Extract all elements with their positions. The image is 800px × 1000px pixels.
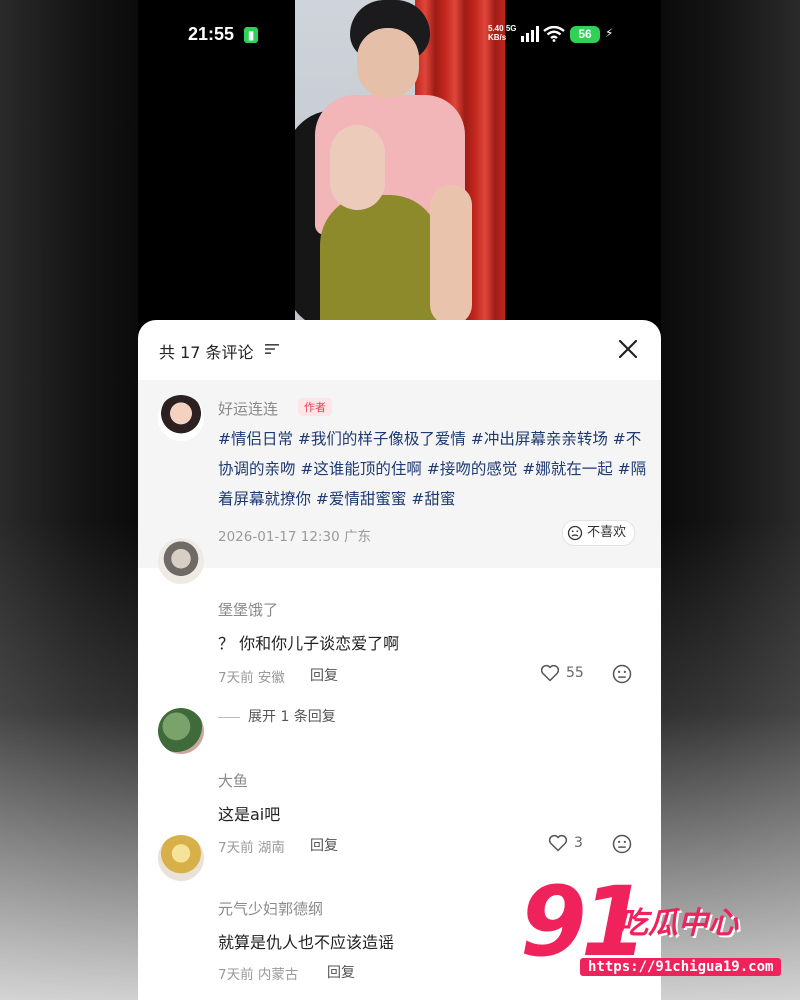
dislike-emoji-icon[interactable] xyxy=(612,834,632,854)
video-girl-face xyxy=(330,125,385,210)
reply-button[interactable]: 回复 xyxy=(310,665,338,685)
network-speed: 5.40 5G KB/s xyxy=(488,24,516,42)
comment-count-title: 共 17 条评论 xyxy=(159,343,254,362)
bolt-icon: ⚡ xyxy=(605,26,614,40)
avatar[interactable] xyxy=(158,538,204,584)
avatar[interactable] xyxy=(158,835,204,881)
watermark-text: 吃瓜中心 xyxy=(618,906,738,941)
dislike-label: 不喜欢 xyxy=(587,525,627,540)
battery-level: 56 xyxy=(570,26,600,43)
like-button[interactable]: 55 xyxy=(540,664,584,682)
wifi-icon xyxy=(543,26,565,42)
phone-screen: 21:55 ▮ 5.40 5G KB/s 56 ⚡ 共 17 条评论 好运连连 … xyxy=(138,0,661,1000)
watermark-url: https://91chigua19.com xyxy=(580,958,782,976)
avatar[interactable] xyxy=(158,708,204,754)
post-meta: 2026-01-17 12:30 广东 xyxy=(218,529,371,545)
author-badge: 作者 xyxy=(298,398,332,416)
expand-replies-label: 展开 1 条回复 xyxy=(248,709,336,725)
net-speed-unit: KB/s xyxy=(488,33,507,42)
comment-username[interactable]: 元气少妇郭德纲 xyxy=(218,898,323,919)
dislike-emoji-icon[interactable] xyxy=(612,664,632,684)
like-button[interactable]: 3 xyxy=(548,834,583,852)
heart-icon xyxy=(540,664,560,682)
avatar[interactable] xyxy=(158,395,204,441)
reply-button[interactable]: 回复 xyxy=(310,835,338,855)
comment-meta: 7天前 安徽 xyxy=(218,670,285,686)
network-type: 5G xyxy=(505,24,517,33)
comment-text[interactable]: ？ 你和你儿子谈恋爱了啊 xyxy=(218,630,399,654)
expand-replies[interactable]: 展开 1 条回复 xyxy=(218,706,336,726)
comment-username[interactable]: 堡堡饿了 xyxy=(218,599,278,620)
comment-text[interactable]: 就算是仇人也不应该造谣 xyxy=(218,929,394,953)
status-bar: 21:55 ▮ 5.40 5G KB/s 56 ⚡ xyxy=(138,0,661,70)
heart-icon xyxy=(548,834,568,852)
author-username[interactable]: 好运连连 xyxy=(218,398,278,419)
reply-button[interactable]: 回复 xyxy=(327,962,355,982)
video-girl-top xyxy=(320,195,440,325)
frown-icon xyxy=(567,525,583,541)
comment-meta: 7天前 湖南 xyxy=(218,840,285,856)
close-icon[interactable] xyxy=(616,337,640,361)
video-arm xyxy=(430,185,472,325)
dislike-button[interactable]: 不喜欢 xyxy=(562,520,636,546)
comment-username[interactable]: 大鱼 xyxy=(218,770,248,791)
signal-icon xyxy=(521,26,539,42)
expand-divider xyxy=(218,716,240,718)
sort-icon[interactable] xyxy=(265,343,279,355)
net-speed-value: 5.40 xyxy=(488,24,504,33)
comment-meta: 7天前 内蒙古 xyxy=(218,967,299,983)
sheet-header: 共 17 条评论 xyxy=(138,320,661,380)
comment-text[interactable]: 这是ai吧 xyxy=(218,801,280,825)
like-count: 3 xyxy=(574,835,583,851)
watermark-logo: 91 吃瓜中心 https://91chigua19.com xyxy=(520,866,790,990)
charging-indicator-icon: ▮ xyxy=(244,27,258,43)
author-post: 好运连连 作者 #情侣日常 #我们的样子像极了爱情 #冲出屏幕亲亲转场 #不协调… xyxy=(138,380,661,568)
post-hashtags[interactable]: #情侣日常 #我们的样子像极了爱情 #冲出屏幕亲亲转场 #不协调的亲吻 #这谁能… xyxy=(218,424,648,514)
status-time: 21:55 xyxy=(188,24,235,44)
like-count: 55 xyxy=(566,665,584,681)
